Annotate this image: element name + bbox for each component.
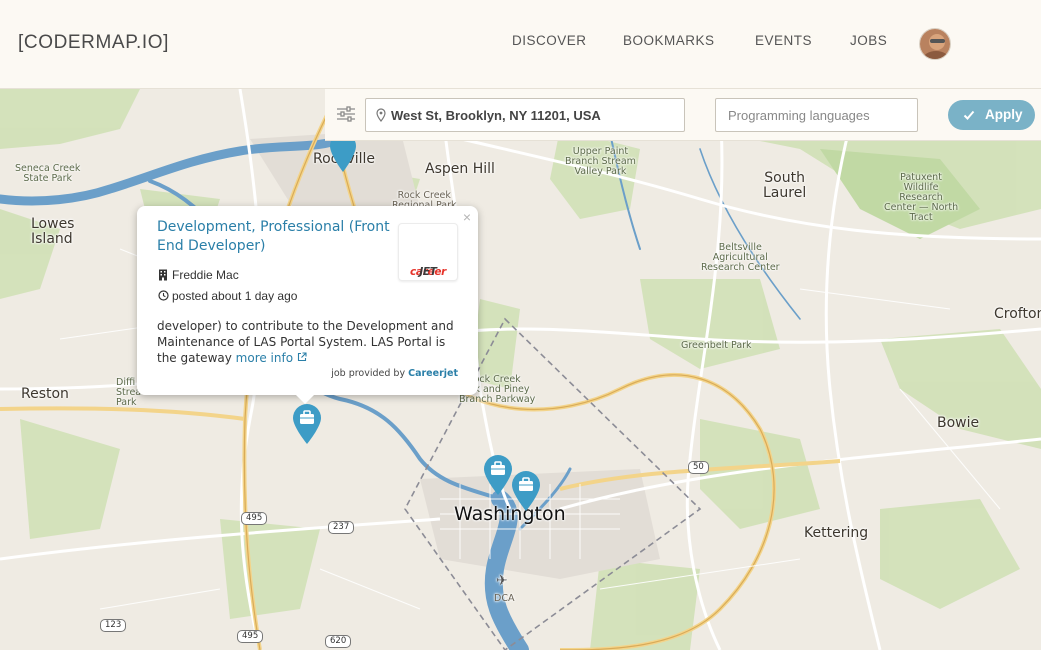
company-row: Freddie Mac [158, 268, 239, 282]
company-name: Freddie Mac [172, 268, 239, 282]
map-label-patuxent: Patuxent Wildlife Research Center — Nort… [884, 172, 959, 223]
apply-button[interactable]: Apply [948, 100, 1035, 130]
map-label-aspen-hill: Aspen Hill [425, 161, 495, 177]
route-shield: 495 [237, 630, 264, 643]
provider-link[interactable]: Careerjet [408, 368, 458, 379]
nav-discover[interactable]: DISCOVER [512, 33, 587, 48]
building-icon [159, 269, 167, 281]
logo[interactable]: [CODERMAP.IO] [18, 32, 169, 54]
location-field[interactable] [365, 98, 685, 132]
route-shield: 123 [100, 619, 127, 632]
filter-bar: Apply [325, 89, 1041, 141]
route-shield: 495 [241, 512, 268, 525]
map-label-bowie: Bowie [937, 415, 980, 431]
more-info-link[interactable]: more info [236, 351, 307, 365]
map-label-kettering: Kettering [804, 525, 869, 541]
job-popup: × Development, Professional (Front End D… [137, 206, 478, 404]
more-info-label: more info [235, 351, 294, 365]
map-label-seneca: Seneca Creek State Park [15, 163, 81, 184]
map-label-crofton: Crofton [994, 306, 1041, 322]
checkmark-icon [963, 110, 975, 120]
airplane-icon: ✈ [496, 573, 508, 589]
top-navbar: [CODERMAP.IO] DISCOVER BOOKMARKS EVENTS … [0, 0, 1041, 89]
nav-events[interactable]: EVENTS [755, 33, 812, 48]
company-logo-text-suffix: JET [419, 266, 437, 278]
job-title-link[interactable]: Development, Professional (Front End Dev… [157, 218, 407, 256]
posted-row: posted about 1 day ago [158, 289, 297, 303]
job-marker-briefcase-icon[interactable] [291, 403, 323, 445]
sliders-icon[interactable] [336, 104, 356, 124]
popup-tail [295, 394, 315, 404]
job-description: developer) to contribute to the Developm… [157, 318, 462, 366]
apply-label: Apply [985, 107, 1023, 122]
programming-languages-input[interactable] [715, 98, 918, 132]
map-label-greenbelt: Greenbelt Park [681, 340, 752, 351]
provider-prefix: job provided by [331, 368, 409, 379]
user-avatar[interactable] [919, 28, 951, 60]
map-label-dca: DCA [494, 593, 515, 604]
posted-time: posted about 1 day ago [172, 289, 298, 303]
clock-icon [158, 290, 169, 301]
route-shield: 237 [328, 521, 355, 534]
map-label-reston: Reston [21, 386, 69, 402]
map-label-beltsville: Beltsville Agricultural Research Center [701, 242, 780, 273]
company-logo: career JET [398, 223, 458, 281]
map-label-south-laurel: South Laurel [763, 170, 807, 201]
nav-jobs[interactable]: JOBS [850, 33, 887, 48]
close-icon[interactable]: × [463, 209, 471, 225]
route-shield: 620 [325, 635, 352, 648]
route-shield: 50 [688, 461, 709, 474]
map-pin-icon [376, 108, 386, 122]
external-link-icon [297, 352, 307, 362]
map-label-lowes-island: Lowes Island [31, 216, 75, 247]
job-marker-briefcase-icon[interactable] [510, 470, 542, 512]
location-input[interactable] [391, 100, 681, 130]
map-label-upper-paint: Upper Paint Branch Stream Valley Park [565, 146, 636, 177]
job-provider: job provided by Careerjet [331, 368, 458, 379]
nav-bookmarks[interactable]: BOOKMARKS [623, 33, 715, 48]
